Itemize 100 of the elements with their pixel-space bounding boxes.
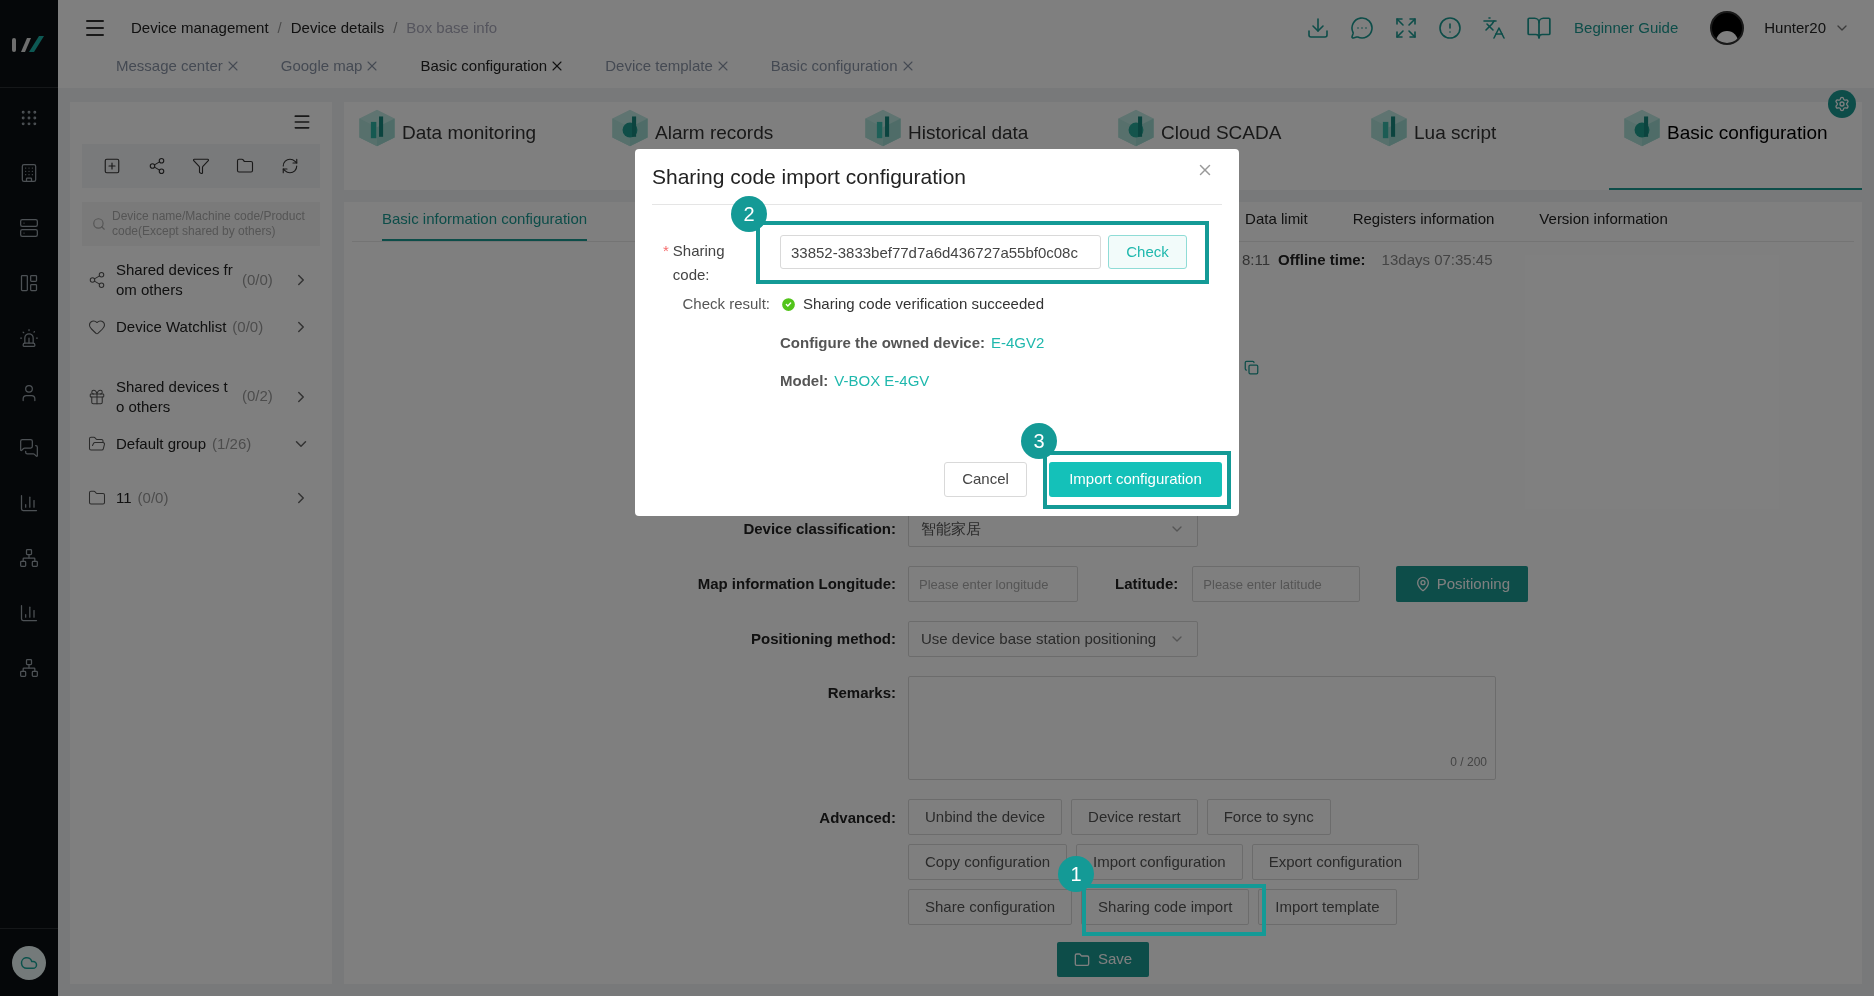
- settings-button[interactable]: [1828, 90, 1856, 118]
- offline-time-label: Offline time:: [1278, 249, 1366, 270]
- section-tab[interactable]: Version information: [1539, 207, 1668, 241]
- dialog-title: Sharing code import configuration: [652, 163, 966, 190]
- field-label: Sharing code:: [672, 241, 726, 285]
- module-tab[interactable]: Data monitoring: [344, 102, 597, 190]
- page-tab[interactable]: Device template: [605, 55, 731, 78]
- add-icon[interactable]: [103, 157, 122, 175]
- field-label: Advanced:: [818, 808, 897, 828]
- model-link[interactable]: V-BOX E-4GV: [834, 370, 930, 393]
- heart-icon: [88, 318, 106, 337]
- page-tab[interactable]: Google map: [280, 55, 381, 78]
- fullscreen-icon[interactable]: [1394, 16, 1419, 40]
- settings-icon: [1834, 96, 1850, 112]
- folder-open-icon: [88, 434, 106, 453]
- field-label: Device classification:: [742, 518, 897, 539]
- chart-icon[interactable]: [19, 493, 39, 513]
- avatar[interactable]: [1710, 11, 1745, 45]
- search-icon: [92, 217, 106, 231]
- network-icon[interactable]: [19, 548, 39, 568]
- field-label: Remarks:: [826, 683, 897, 703]
- chart-icon[interactable]: [19, 603, 39, 623]
- cube-icon: [358, 109, 396, 147]
- page-tab[interactable]: Basic configuration: [420, 55, 566, 78]
- location-pin-icon: [1414, 576, 1431, 592]
- beginner-guide-link[interactable]: Beginner Guide: [1574, 16, 1679, 40]
- advanced-button[interactable]: Copy configuration: [908, 844, 1068, 880]
- server-icon[interactable]: [19, 218, 39, 238]
- cube-icon: [864, 109, 902, 147]
- share-icon[interactable]: [147, 157, 166, 175]
- chat-icon[interactable]: [1350, 16, 1375, 40]
- cube-icon: [1623, 109, 1661, 147]
- model-label: Model:: [780, 371, 829, 391]
- translate-icon[interactable]: [1482, 16, 1507, 40]
- character-counter: 0 / 200: [1450, 754, 1487, 771]
- item-label: Device Watchlist: [116, 317, 227, 338]
- advanced-button[interactable]: Unbind the device: [908, 799, 1063, 835]
- offline-time-value: 13days 07:35:45: [1381, 249, 1493, 270]
- module-tab[interactable]: Cloud SCADA: [1103, 102, 1356, 190]
- folder-icon: [88, 489, 106, 508]
- grid-icon[interactable]: [19, 108, 39, 128]
- cube-icon: [1370, 109, 1408, 147]
- refresh-icon[interactable]: [280, 157, 299, 175]
- module-tab[interactable]: Lua script: [1356, 102, 1609, 190]
- check-result-text: Sharing code verification succeeded: [803, 294, 1044, 314]
- status-fragment: 8:11: [1242, 249, 1271, 270]
- remarks-field[interactable]: 0 / 200: [908, 676, 1496, 780]
- advanced-button[interactable]: Sharing code import: [1081, 889, 1250, 925]
- cube-icon: [1117, 109, 1155, 147]
- user-name[interactable]: Hunter20: [1764, 16, 1826, 40]
- section-tab[interactable]: Data limit: [1245, 207, 1308, 241]
- section-tab[interactable]: Registers information: [1352, 207, 1495, 241]
- save-button[interactable]: Save: [1057, 942, 1149, 977]
- sharing-code-field[interactable]: 33852-3833bef77d7a6d436727a55bf0c08c: [780, 235, 1101, 269]
- page-tab[interactable]: Basic configuration: [770, 55, 916, 78]
- owned-device-label: Configure the owned device:: [780, 332, 986, 353]
- message-icon[interactable]: [19, 438, 39, 458]
- copy-icon[interactable]: [1244, 360, 1259, 375]
- field-label: Latitude:: [1115, 573, 1179, 594]
- collapse-icon[interactable]: [292, 112, 312, 132]
- cube-icon: [611, 109, 649, 147]
- breadcrumb-item[interactable]: Device management: [131, 16, 269, 40]
- folder-icon[interactable]: [236, 157, 255, 175]
- item-label: 11: [116, 488, 132, 509]
- required-mark: *: [663, 241, 669, 261]
- advanced-button[interactable]: Force to sync: [1206, 799, 1331, 835]
- advanced-button[interactable]: Share configuration: [908, 889, 1073, 925]
- download-icon[interactable]: [1306, 16, 1331, 40]
- advanced-button[interactable]: Import template: [1258, 889, 1397, 925]
- breadcrumb-separator: /: [277, 17, 282, 38]
- gift-icon: [88, 387, 106, 406]
- breadcrumb-item[interactable]: Device details: [290, 16, 385, 40]
- field-label: Map information Longitude:: [696, 573, 897, 594]
- alert-icon[interactable]: [1438, 16, 1463, 40]
- positioning-button[interactable]: Positioning: [1396, 566, 1529, 602]
- positioning-method-select[interactable]: Use device base station positioning: [908, 621, 1198, 657]
- field-label: Positioning method:: [750, 628, 897, 649]
- logo-icon: [11, 33, 47, 54]
- siren-icon[interactable]: [19, 328, 39, 348]
- import-configuration-button[interactable]: Import configuration: [1049, 462, 1222, 497]
- item-label: Shared devices to others: [116, 376, 229, 417]
- sitemap-icon[interactable]: [19, 658, 39, 678]
- field-label: Check result:: [681, 294, 770, 314]
- success-icon: [780, 295, 797, 313]
- guide-book-icon[interactable]: [1526, 15, 1553, 41]
- owned-device-link[interactable]: E-4GV2: [991, 331, 1045, 354]
- check-button[interactable]: Check: [1108, 235, 1187, 269]
- page-tab[interactable]: Message center: [116, 55, 241, 78]
- layout-icon[interactable]: [19, 273, 39, 293]
- breadcrumb-separator: /: [393, 17, 398, 38]
- section-tab[interactable]: Basic information configuration: [382, 207, 588, 241]
- cancel-button[interactable]: Cancel: [944, 462, 1027, 497]
- folder-icon: [1073, 951, 1090, 968]
- item-label: Shared devices from others: [116, 260, 234, 300]
- building-icon[interactable]: [19, 163, 39, 183]
- share-icon: [88, 271, 106, 289]
- advanced-button[interactable]: Device restart: [1071, 799, 1198, 835]
- filter-icon[interactable]: [191, 157, 210, 175]
- cloud-button[interactable]: [12, 945, 46, 980]
- advanced-button[interactable]: Export configuration: [1251, 844, 1420, 880]
